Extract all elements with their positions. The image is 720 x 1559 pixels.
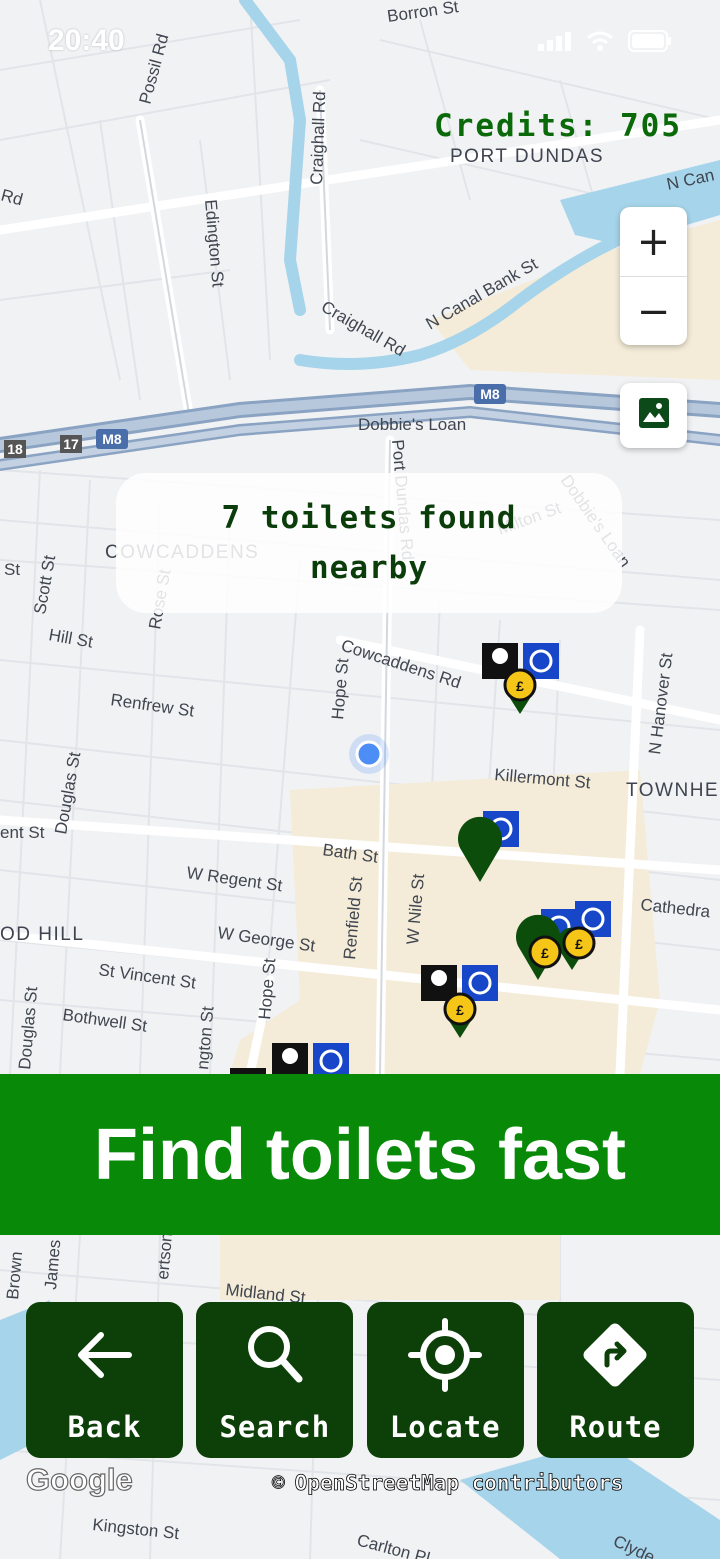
svg-text:M8: M8 [102, 431, 122, 447]
google-logo: Google [25, 1461, 133, 1497]
svg-text:17: 17 [63, 436, 79, 452]
back-label: Back [67, 1409, 142, 1444]
wifi-icon [586, 30, 614, 57]
route-button[interactable]: Route [536, 1302, 694, 1458]
svg-text:M8: M8 [480, 386, 500, 402]
magnifier-icon [237, 1317, 313, 1398]
map-attribution[interactable]: © OpenStreetMap contributors [272, 1471, 624, 1496]
arrow-left-icon [67, 1317, 143, 1398]
zoom-controls: + − [620, 207, 687, 345]
search-button[interactable]: Search [196, 1302, 354, 1458]
image-icon [637, 396, 671, 435]
svg-text:£: £ [575, 936, 583, 952]
crosshair-icon [407, 1317, 483, 1398]
svg-text:£: £ [456, 1002, 464, 1018]
turn-right-diamond-icon [577, 1317, 653, 1398]
signal-icon [538, 31, 572, 56]
credits-counter: Credits: 705 [434, 108, 682, 144]
svg-text:St: St [4, 560, 20, 579]
status-icons [538, 30, 672, 57]
status-time: 20:40 [48, 24, 125, 57]
svg-text:18: 18 [7, 441, 23, 457]
svg-text:£: £ [541, 945, 549, 961]
locate-label: Locate [389, 1409, 501, 1444]
promo-banner: Find toilets fast [0, 1074, 720, 1235]
route-label: Route [569, 1409, 662, 1444]
copyright-symbol: © [272, 1471, 285, 1496]
status-bar: 20:40 [0, 0, 720, 80]
svg-text:Craighall Rd: Craighall Rd [307, 91, 329, 185]
svg-text:PORT DUNDAS: PORT DUNDAS [450, 146, 604, 167]
toilets-found-toast: 7 toilets found nearby [116, 473, 622, 613]
search-label: Search [219, 1409, 331, 1444]
battery-icon [628, 30, 672, 57]
svg-text:ent St: ent St [0, 823, 45, 842]
attribution-text: OpenStreetMap contributors [294, 1471, 624, 1496]
svg-text:£: £ [516, 678, 524, 694]
svg-text:OD HILL: OD HILL [0, 924, 84, 945]
bottom-nav: Back Search Locate Route [26, 1302, 694, 1458]
svg-text:Dobbie's Loan: Dobbie's Loan [358, 415, 466, 434]
zoom-out-button[interactable]: − [620, 276, 687, 345]
back-button[interactable]: Back [26, 1302, 183, 1458]
svg-text:TOWNHE: TOWNHE [626, 780, 719, 801]
map-layer-button[interactable] [620, 383, 687, 448]
zoom-in-button[interactable]: + [620, 207, 687, 276]
locate-button[interactable]: Locate [366, 1302, 524, 1458]
